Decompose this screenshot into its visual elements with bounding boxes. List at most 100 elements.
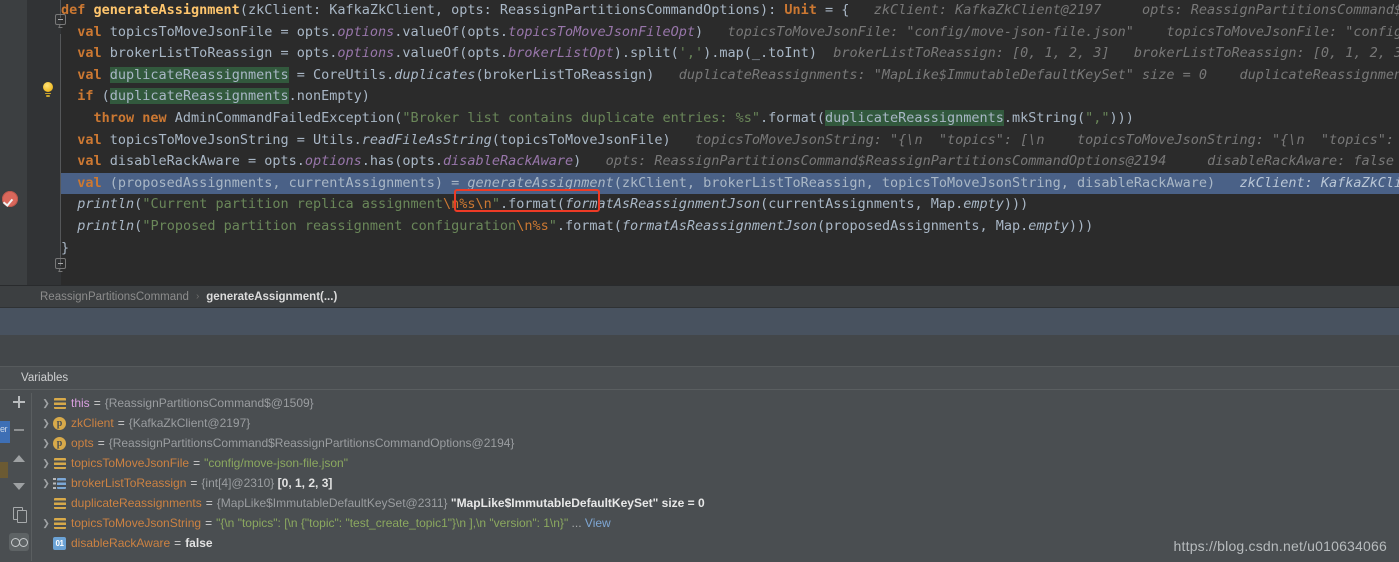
code-token: brokerListToReassign = opts. xyxy=(109,45,338,62)
variables-title: Variables xyxy=(21,372,69,384)
code-token: zkClient: KafkaZkClient@2197 opts: Reass… xyxy=(849,2,1399,18)
chevron-right-icon[interactable]: ❯ xyxy=(39,458,53,468)
chevron-right-icon[interactable]: ❯ xyxy=(39,518,53,528)
code-token: .has(opts. xyxy=(361,153,444,170)
code-token: .valueOf(opts. xyxy=(394,23,509,40)
code-editor[interactable]: def generateAssignment(zkClient: KafkaZk… xyxy=(0,0,1399,285)
code-line[interactable]: println("Current partition replica assig… xyxy=(61,194,1399,216)
variable-equals: = xyxy=(193,456,201,470)
code-token: generateAssignment xyxy=(93,2,240,18)
code-token: if xyxy=(77,88,102,105)
variable-row[interactable]: ❯ topicsToMoveJsonString = "{\n "topics": [… xyxy=(39,513,1399,533)
breadcrumb[interactable]: ReassignPartitionsCommand › generateAssi… xyxy=(0,285,1399,307)
code-line[interactable]: val brokerListToReassign = opts.options.… xyxy=(61,43,1399,65)
array-icon xyxy=(53,477,66,490)
panel-gap-band xyxy=(0,335,1399,366)
chevron-right-icon[interactable]: ❯ xyxy=(39,438,53,448)
code-token: ).split( xyxy=(613,45,679,62)
code-token: generateAssignment xyxy=(467,174,614,191)
add-watch-button[interactable] xyxy=(9,393,29,411)
copy-icon xyxy=(12,507,27,523)
view-value-link[interactable]: View xyxy=(585,516,611,530)
variable-row[interactable]: ❯duplicateReassignments={MapLike$Immutab… xyxy=(39,493,1399,513)
code-line[interactable]: val topicsToMoveJsonString = Utils.readF… xyxy=(61,130,1399,152)
code-token: (zkClient, brokerListToReassign, topicsT… xyxy=(613,174,1216,191)
variables-toolbar[interactable] xyxy=(8,393,30,561)
chevron-right-icon[interactable]: ❯ xyxy=(39,478,53,488)
code-token: empty xyxy=(963,196,1004,213)
variable-ellipsis: ... xyxy=(571,516,582,530)
variable-equals: = xyxy=(205,516,213,530)
copy-value-button[interactable] xyxy=(9,505,29,523)
watermark: https://blog.csdn.net/u010634066 xyxy=(1173,538,1387,554)
code-token: "Proposed partition reassignment configu… xyxy=(142,217,517,234)
variable-equals: = xyxy=(174,536,182,550)
code-token: formatAsReassignmentJson xyxy=(621,217,817,234)
variable-reference: {MapLike$ImmutableDefaultKeySet@2311} xyxy=(216,496,448,510)
variable-row[interactable]: ❯ brokerListToReassign = {int[4]@2310} [0, … xyxy=(39,473,1399,493)
code-token: formatAsReassignmentJson xyxy=(565,196,761,213)
code-token: } xyxy=(61,239,70,256)
code-token: (proposedAssignments, Map. xyxy=(816,217,1029,234)
breakpoint-verified-icon[interactable] xyxy=(2,191,18,207)
code-token: ) xyxy=(573,153,582,170)
variables-panel[interactable]: Variables er ❯ this = {ReassignPartitionsCo… xyxy=(0,367,1399,562)
code-token: Unit xyxy=(784,2,817,18)
code-token: throw new xyxy=(93,109,175,126)
code-line[interactable]: val topicsToMoveJsonFile = opts.options.… xyxy=(61,22,1399,44)
code-line[interactable]: def generateAssignment(zkClient: KafkaZk… xyxy=(61,0,1399,22)
remove-watch-button[interactable] xyxy=(9,421,29,439)
variable-reference: {ReassignPartitionsCommand$ReassignParti… xyxy=(108,436,515,450)
code-line[interactable]: val (proposedAssignments, currentAssignm… xyxy=(61,172,1399,195)
code-token: "Broker list contains duplicate entries:… xyxy=(402,109,760,126)
code-line[interactable]: val disableRackAware = opts.options.has(… xyxy=(61,151,1399,173)
code-token: disableRackAware = opts. xyxy=(109,153,305,170)
breadcrumb-current[interactable]: generateAssignment(...) xyxy=(206,291,337,303)
code-line[interactable]: println("Proposed partition reassignment… xyxy=(61,216,1399,238)
variable-value: false xyxy=(185,536,213,550)
code-lines[interactable]: def generateAssignment(zkClient: KafkaZk… xyxy=(61,0,1399,285)
code-token: brokerListOpt xyxy=(508,45,614,62)
variable-name: duplicateReassignments xyxy=(71,496,202,510)
move-down-button[interactable] xyxy=(9,477,29,495)
code-token: ',' xyxy=(678,45,704,62)
editor-gutter[interactable] xyxy=(27,0,66,285)
inspect-button[interactable] xyxy=(9,533,29,551)
variable-row[interactable]: ❯ opts={ReassignPartitionsCommand$Reassig… xyxy=(39,433,1399,453)
chevron-right-icon[interactable]: ❯ xyxy=(39,398,53,408)
code-token: topicsToMoveJsonFile = opts. xyxy=(109,23,338,40)
variable-row[interactable]: ❯ this = {ReassignPartitionsCommand$@1509} xyxy=(39,393,1399,413)
tool-window-tab-secondary xyxy=(0,462,8,478)
code-token: AdminCommandFailedException( xyxy=(174,109,403,126)
code-token: zkClient: KafkaZkClient@ xyxy=(1239,174,1399,191)
code-token: readFileAsString xyxy=(361,131,492,148)
breadcrumb-parent[interactable]: ReassignPartitionsCommand xyxy=(40,291,189,303)
variable-equals: = xyxy=(93,396,101,410)
chevron-right-icon[interactable]: ❯ xyxy=(39,418,53,428)
variable-name: zkClient xyxy=(71,416,114,430)
move-up-button[interactable] xyxy=(9,449,29,467)
variable-row[interactable]: ❯ topicsToMoveJsonFile = "config/move-json-… xyxy=(39,453,1399,473)
code-line[interactable]: throw new AdminCommandFailedException("B… xyxy=(61,108,1399,130)
code-line[interactable]: if (duplicateReassignments.nonEmpty) xyxy=(61,86,1399,108)
lightbulb-icon[interactable] xyxy=(41,82,55,97)
variable-equals: = xyxy=(117,416,125,430)
code-token: ) xyxy=(695,23,704,40)
code-token: opts: ReassignPartitionsCommand$Reassign… xyxy=(581,153,1399,170)
code-token: topicsToMoveJsonFileOpt xyxy=(508,23,695,40)
code-line[interactable]: val duplicateReassignments = CoreUtils.d… xyxy=(61,65,1399,87)
code-token: .format( xyxy=(499,196,565,213)
variable-row[interactable]: ❯ zkClient={KafkaZkClient@2197} xyxy=(39,413,1399,433)
code-line[interactable]: } xyxy=(61,238,1399,260)
variables-tree[interactable]: ❯ this = {ReassignPartitionsCommand$@1509} … xyxy=(31,393,1399,561)
parameter-icon xyxy=(53,436,66,450)
code-token: val xyxy=(77,131,110,148)
editor-left-stripe xyxy=(0,0,28,285)
code-token: "Current partition replica assignment xyxy=(142,196,444,213)
